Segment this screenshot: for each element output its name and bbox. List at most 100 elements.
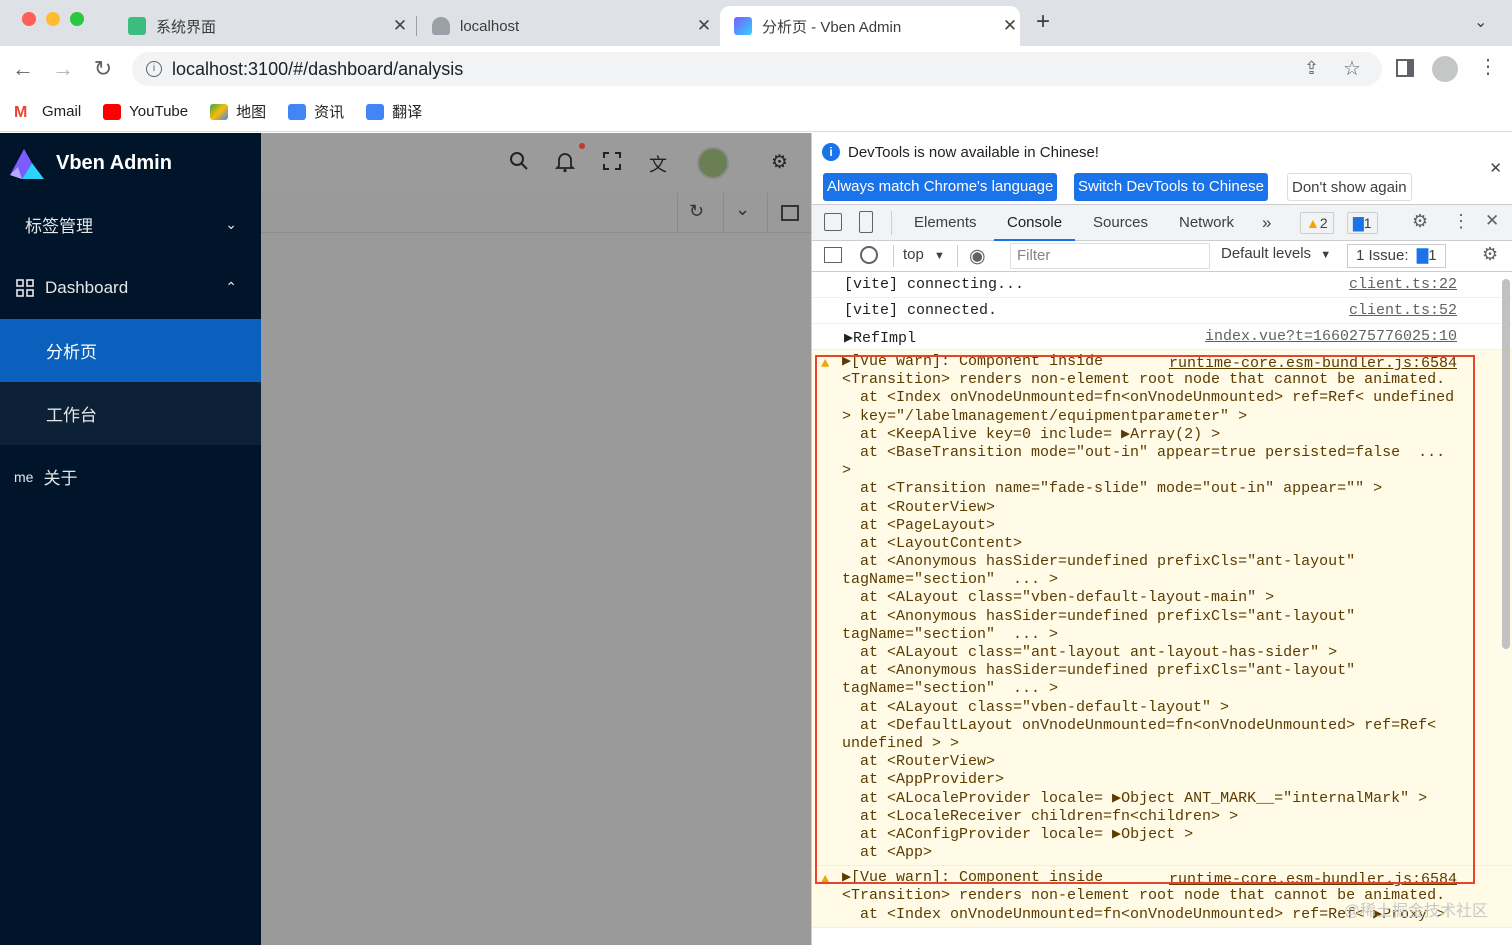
divider (723, 193, 724, 233)
live-expression-eye-icon[interactable]: ◉ (969, 245, 986, 268)
menu-label: 关于 (43, 469, 78, 488)
warning-source-link[interactable]: runtime-core.esm-bundler.js:6584 (1169, 355, 1457, 372)
browser-tab-bar: 系统界面 ✕ localhost ✕ 分析页 - Vben Admin ✕ + … (0, 0, 1512, 46)
tab-sources[interactable]: Sources (1093, 205, 1148, 241)
refresh-icon[interactable]: ↻ (689, 201, 704, 222)
close-tab-icon[interactable]: ✕ (390, 16, 410, 36)
menu-workbench[interactable]: 工作台 (0, 382, 261, 445)
share-icon[interactable]: ⇪ (1304, 58, 1319, 79)
youtube-icon (103, 103, 122, 120)
divider (891, 211, 892, 235)
settings-gear-icon[interactable]: ⚙ (771, 151, 788, 174)
issues-button[interactable]: 1 Issue: ▇1 (1347, 244, 1446, 268)
new-tab-icon[interactable]: + (1036, 8, 1050, 36)
console-settings-icon[interactable]: ⚙ (1482, 244, 1498, 265)
bookmark-youtube[interactable]: YouTube (103, 103, 188, 120)
clear-console-icon[interactable] (860, 246, 878, 264)
user-avatar[interactable] (697, 147, 729, 179)
log-source-link[interactable]: client.ts:22 (1349, 276, 1457, 293)
search-icon[interactable] (509, 151, 529, 177)
notice-message: DevTools is now available in Chinese! (848, 144, 1099, 161)
caret-down-icon: ▼ (1320, 249, 1332, 261)
browser-tab-active[interactable]: 分析页 - Vben Admin ✕ (720, 6, 1020, 46)
bookmark-maps[interactable]: 地图 (210, 101, 266, 122)
warnings-counter[interactable]: ▲2 (1300, 212, 1334, 234)
browser-menu-icon[interactable]: ⋮ (1478, 54, 1498, 79)
devtools-settings-icon[interactable]: ⚙ (1412, 211, 1428, 232)
menu-label: 工作台 (46, 406, 97, 425)
bookmark-gmail[interactable]: M Gmail (14, 103, 81, 121)
close-tab-icon[interactable]: ✕ (694, 16, 714, 36)
log-source-link[interactable]: client.ts:52 (1349, 302, 1457, 319)
forward-icon[interactable]: → (50, 56, 76, 82)
warning-icon: ▲ (821, 356, 830, 372)
browser-tab[interactable]: 系统界面 ✕ (120, 6, 410, 46)
fold-content-icon[interactable] (781, 205, 799, 221)
notification-bell-icon[interactable] (554, 151, 576, 179)
warning-line: at <ALocaleProvider locale= ▶Object ANT_… (842, 789, 1428, 807)
news-icon (288, 103, 307, 120)
close-notice-icon[interactable]: ✕ (1489, 159, 1502, 177)
issues-label: 1 Issue: (1356, 247, 1409, 264)
dont-show-again-button[interactable]: Don't show again (1287, 173, 1412, 201)
omnibox[interactable]: i localhost:3100/#/dashboard/analysis (132, 52, 1382, 86)
app-logo[interactable]: Vben Admin (0, 133, 261, 193)
issues-counter[interactable]: ▇1 (1347, 212, 1378, 234)
close-window-icon[interactable] (22, 12, 36, 26)
console-warning-entry[interactable]: ▲ runtime-core.esm-bundler.js:6584 ▶[Vue… (812, 350, 1512, 867)
close-devtools-icon[interactable]: ✕ (1485, 211, 1499, 231)
menu-tag-management[interactable]: 标签管理 ⌄ (0, 193, 261, 256)
console-filter-input[interactable]: Filter (1010, 243, 1210, 269)
device-toolbar-icon[interactable] (859, 211, 873, 233)
tab-elements[interactable]: Elements (914, 205, 977, 241)
side-panel-icon[interactable] (1396, 59, 1414, 77)
warning-line: at <App> (842, 844, 933, 862)
dashboard-grid-icon (16, 278, 34, 297)
chevron-down-icon[interactable]: ⌄ (735, 199, 750, 220)
profile-avatar-icon[interactable] (1432, 56, 1458, 82)
back-icon[interactable]: ← (10, 56, 36, 82)
show-sidebar-icon[interactable] (824, 247, 842, 263)
divider (767, 193, 768, 233)
bookmark-news[interactable]: 资讯 (288, 101, 344, 122)
tab-search-chevron-icon[interactable]: ⌄ (1474, 12, 1487, 32)
console-log-line[interactable]: ▶RefImpl index.vue?t=1660275776025:10 (812, 324, 1512, 350)
fullscreen-icon[interactable] (602, 151, 622, 177)
console-toolbar: top ▼ ◉ Filter Default levels ▼ 1 Issue:… (812, 241, 1512, 272)
tab-console[interactable]: Console (994, 205, 1076, 241)
warning-line: at <LocaleReceiver children=fn<children>… (842, 807, 1239, 825)
warning-line: tagName="section" ... > (842, 571, 1059, 589)
menu-about[interactable]: me 关于 (0, 445, 261, 508)
menu-analysis[interactable]: 分析页 (0, 319, 261, 382)
address-bar: ← → ↻ i localhost:3100/#/dashboard/analy… (0, 46, 1512, 92)
log-source-link[interactable]: index.vue?t=1660275776025:10 (1205, 328, 1457, 345)
bookmark-star-icon[interactable]: ☆ (1343, 56, 1361, 81)
browser-tab[interactable]: localhost ✕ (424, 6, 714, 46)
context-selector[interactable]: top ▼ (903, 246, 945, 263)
maximize-window-icon[interactable] (70, 12, 84, 26)
always-match-language-button[interactable]: Always match Chrome's language (823, 173, 1058, 201)
warning-line: at <ALayout class="vben-default-layout" … (842, 698, 1230, 716)
inspect-element-icon[interactable] (824, 213, 842, 231)
bookmark-translate[interactable]: 翻译 (366, 101, 422, 122)
menu-dashboard[interactable]: Dashboard ⌃ (0, 256, 261, 319)
more-tabs-icon[interactable]: » (1262, 205, 1271, 241)
warning-icon: ▲ (821, 872, 830, 889)
devtools-menu-icon[interactable]: ⋮ (1452, 211, 1470, 232)
tab-network[interactable]: Network (1179, 205, 1234, 241)
switch-to-chinese-button[interactable]: Switch DevTools to Chinese (1074, 173, 1268, 201)
site-info-icon[interactable]: i (146, 61, 162, 77)
close-tab-icon[interactable]: ✕ (1000, 16, 1020, 36)
minimize-window-icon[interactable] (46, 12, 60, 26)
bookmark-label: YouTube (129, 103, 189, 120)
translate-icon (366, 103, 385, 120)
warning-source-link[interactable]: runtime-core.esm-bundler.js:6584 (1169, 871, 1457, 888)
language-translate-icon[interactable]: 文 (649, 151, 667, 177)
log-levels-dropdown[interactable]: Default levels ▼ (1221, 245, 1331, 262)
chevron-down-icon: ⌄ (225, 216, 237, 232)
console-scrollbar[interactable] (1502, 279, 1510, 649)
warning-line: at <RouterView> (842, 498, 996, 516)
warning-message: ▶[Vue warn]: Component inside <Transition… (812, 350, 1512, 865)
reload-icon[interactable]: ↻ (90, 56, 116, 82)
log-text[interactable]: ▶RefImpl (844, 328, 916, 347)
